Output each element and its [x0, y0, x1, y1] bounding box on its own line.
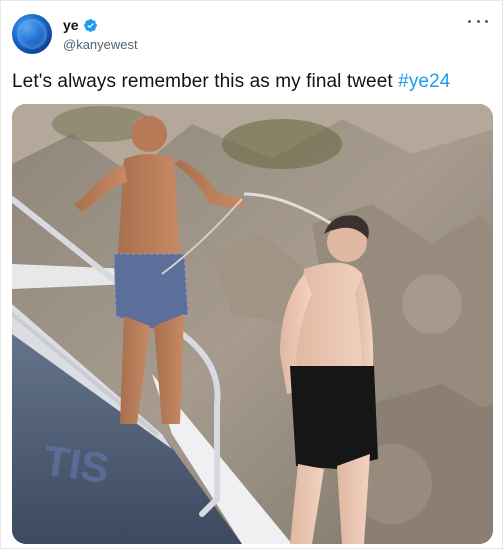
verified-badge-icon	[83, 18, 98, 33]
avatar[interactable]	[12, 14, 52, 54]
tweet-card: ye @kanyewest Let's always remember this…	[0, 0, 503, 549]
tweet-text: Let's always remember this as my final t…	[12, 71, 450, 93]
hashtag-link[interactable]: #ye24	[398, 71, 450, 92]
svg-text:TIS: TIS	[41, 436, 112, 492]
author-name-row: ye	[63, 16, 98, 34]
more-options-icon[interactable]	[468, 15, 488, 27]
author-handle[interactable]: @kanyewest	[63, 37, 138, 52]
photo-illustration: TIS	[12, 104, 493, 544]
tweet-photo[interactable]: TIS	[12, 104, 493, 544]
tweet-text-body: Let's always remember this as my final t…	[12, 71, 399, 92]
author-display-name[interactable]: ye	[63, 17, 79, 33]
